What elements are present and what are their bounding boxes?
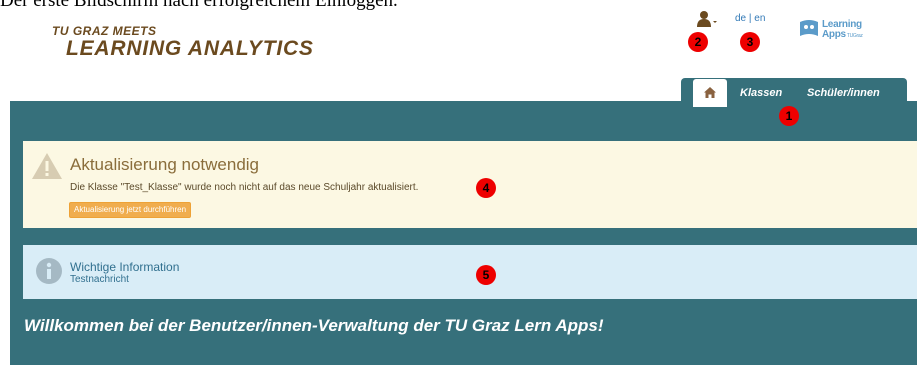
marker-1: 1 xyxy=(779,106,799,126)
learning-apps-logo-text: Learning AppsTUGraz xyxy=(822,20,863,41)
logo-line-2: LEARNING ANALYTICS xyxy=(66,37,314,60)
user-icon[interactable] xyxy=(696,10,718,28)
learning-apps-line-2-main: Apps xyxy=(822,29,846,40)
learning-apps-line-2: AppsTUGraz xyxy=(822,30,863,41)
logo-line-1: TU GRAZ MEETS xyxy=(52,24,157,38)
marker-2: 2 xyxy=(688,32,708,52)
update-now-button[interactable]: Aktualisierung jetzt durchführen xyxy=(69,202,192,218)
lang-de-link[interactable]: de xyxy=(735,13,746,24)
marker-3: 3 xyxy=(740,32,760,52)
lang-en-link[interactable]: en xyxy=(754,13,765,24)
home-icon xyxy=(704,87,716,98)
marker-5: 5 xyxy=(476,265,496,285)
welcome-heading: Willkommen bei der Benutzer/innen-Verwal… xyxy=(24,316,604,335)
marker-4: 4 xyxy=(476,178,496,198)
language-switch: de | en xyxy=(735,13,765,24)
tab-klassen[interactable]: Klassen xyxy=(740,87,782,99)
warning-triangle-icon xyxy=(32,153,62,179)
warning-text: Die Klasse "Test_Klasse" wurde noch nich… xyxy=(70,182,419,193)
caption-text: Der erste Bildschirm nach erfolgreichem … xyxy=(0,0,398,11)
info-icon xyxy=(36,258,62,284)
warning-title: Aktualisierung notwendig xyxy=(70,155,260,174)
info-title: Wichtige Information xyxy=(70,260,180,274)
tab-schueler[interactable]: Schüler/innen xyxy=(807,87,880,99)
learning-apps-sub: TUGraz xyxy=(846,33,863,39)
tab-home[interactable] xyxy=(693,79,727,107)
info-text: Testnachricht xyxy=(70,274,129,285)
